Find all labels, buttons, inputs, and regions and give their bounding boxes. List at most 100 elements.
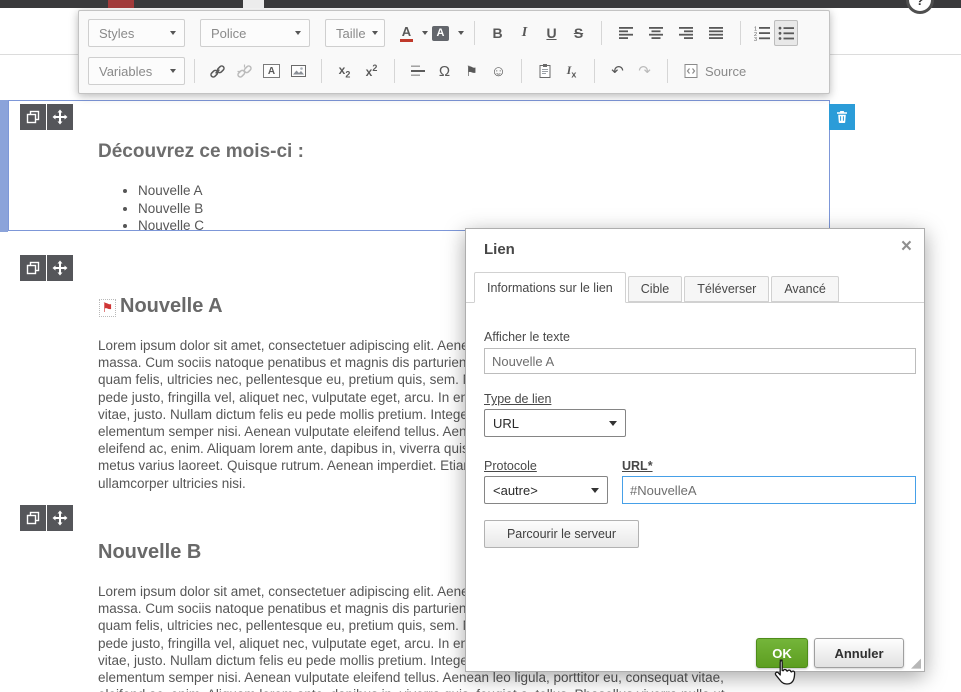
anchor-flag-button[interactable]: ⚑	[458, 58, 485, 84]
align-left-icon	[618, 26, 634, 40]
selected-block-edge	[0, 100, 8, 232]
styles-combo[interactable]: Styles	[88, 19, 185, 47]
horizontal-rule-icon	[410, 64, 426, 78]
protocol-value: <autre>	[493, 483, 538, 498]
link-button[interactable]	[204, 58, 231, 84]
chevron-down-icon	[609, 421, 617, 426]
list-item: Nouvelle B	[138, 200, 204, 218]
toolbar-separator	[474, 21, 475, 45]
image-icon	[290, 64, 307, 78]
link-type-label: Type de lien	[484, 392, 551, 406]
dialog-tabs: Informations sur le lien Cible Téléverse…	[466, 271, 924, 303]
copy-icon	[25, 260, 41, 276]
font-combo[interactable]: Police	[200, 19, 310, 47]
toolbar-separator	[321, 59, 322, 83]
tab-link-info[interactable]: Informations sur le lien	[474, 272, 626, 303]
underline-icon: U	[546, 25, 556, 41]
strikethrough-button[interactable]: S	[565, 20, 592, 46]
unlink-button[interactable]	[231, 58, 258, 84]
align-center-button[interactable]	[641, 20, 671, 46]
duplicate-block-button[interactable]	[20, 104, 46, 130]
copy-icon	[25, 109, 41, 125]
duplicate-block-button[interactable]	[20, 255, 46, 281]
browse-server-button[interactable]: Parcourir le serveur	[484, 520, 639, 548]
italic-button[interactable]: I	[511, 20, 538, 46]
italic-icon: I	[522, 25, 527, 41]
link-type-select[interactable]: URL	[484, 409, 626, 437]
horizontal-rule-button[interactable]	[404, 58, 431, 84]
move-block-handle[interactable]	[47, 104, 73, 130]
toolbar-separator	[194, 59, 195, 83]
source-code-icon	[683, 63, 699, 79]
bulleted-list-icon	[778, 26, 794, 41]
emoji-button[interactable]: ☺	[485, 58, 512, 84]
flag-icon: ⚑	[465, 63, 478, 80]
superscript-button[interactable]: x2	[358, 58, 385, 84]
close-icon: ×	[901, 236, 912, 257]
remove-format-icon: Ix	[567, 63, 577, 79]
tab-target[interactable]: Cible	[628, 276, 683, 302]
text-color-button[interactable]: A	[397, 20, 431, 46]
undo-icon: ↶	[611, 62, 624, 80]
dialog-close-button[interactable]: ×	[901, 236, 912, 258]
bold-button[interactable]: B	[484, 20, 511, 46]
toolbar-separator	[594, 59, 595, 83]
text-color-icon: A	[400, 25, 413, 42]
url-input[interactable]: #NouvelleA	[622, 476, 916, 504]
source-button[interactable]: Source	[677, 58, 752, 84]
editor-toolbar: Styles Police Taille A A B I U S	[78, 10, 830, 94]
undo-button[interactable]: ↶	[604, 58, 631, 84]
redo-button[interactable]: ↷	[631, 58, 658, 84]
move-icon	[52, 109, 68, 125]
toolbar-separator	[521, 59, 522, 83]
hand-pointer-icon	[770, 658, 796, 688]
background-color-icon: A	[432, 26, 449, 41]
tab-upload[interactable]: Téléverser	[684, 276, 769, 302]
display-text-input[interactable]: Nouvelle A	[484, 348, 916, 374]
variables-combo-label: Variables	[99, 64, 152, 79]
intro-list: Nouvelle A Nouvelle B Nouvelle C	[122, 182, 204, 235]
toolbar-separator	[394, 59, 395, 83]
tab-advanced[interactable]: Avancé	[771, 276, 838, 302]
move-block-handle[interactable]	[47, 505, 73, 531]
image-button[interactable]	[285, 58, 312, 84]
clipboard-icon	[537, 63, 553, 79]
underline-button[interactable]: U	[538, 20, 565, 46]
variables-combo[interactable]: Variables	[88, 57, 185, 85]
paste-button[interactable]	[531, 58, 558, 84]
remove-format-button[interactable]: Ix	[558, 58, 585, 84]
align-left-button[interactable]	[611, 20, 641, 46]
duplicate-block-button[interactable]	[20, 505, 46, 531]
delete-block-button[interactable]	[829, 104, 855, 130]
topbar-red-fragment	[108, 0, 134, 8]
subscript-button[interactable]: x2	[331, 58, 358, 84]
section-a-title: Nouvelle A	[120, 295, 223, 318]
dialog-resize-handle[interactable]: ◢	[911, 655, 921, 671]
move-icon	[52, 260, 68, 276]
superscript-icon: x2	[366, 63, 378, 79]
numbered-list-button[interactable]: 123	[750, 20, 774, 46]
align-right-button[interactable]	[671, 20, 701, 46]
bulleted-list-button[interactable]	[774, 20, 798, 46]
anchor-placeholder-button[interactable]: A	[258, 58, 285, 84]
size-combo[interactable]: Taille	[325, 19, 385, 47]
help-button[interactable]: ?	[906, 0, 934, 14]
numbered-list-icon: 123	[754, 26, 770, 41]
font-combo-label: Police	[211, 26, 246, 41]
list-item: Nouvelle A	[138, 182, 204, 200]
chevron-down-icon	[170, 31, 176, 35]
source-button-label: Source	[705, 64, 746, 79]
special-character-button[interactable]: Ω	[431, 58, 458, 84]
protocol-label: Protocole	[484, 459, 537, 473]
protocol-select[interactable]: <autre>	[484, 476, 608, 504]
cancel-button[interactable]: Annuler	[814, 638, 904, 668]
browse-server-label: Parcourir le serveur	[507, 527, 616, 541]
intro-heading: Découvrez ce mois-ci :	[98, 141, 304, 163]
chevron-down-icon	[458, 31, 464, 35]
align-justify-button[interactable]	[701, 20, 731, 46]
align-justify-icon	[708, 26, 724, 40]
background-color-button[interactable]: A	[431, 20, 465, 46]
strikethrough-icon: S	[574, 25, 583, 41]
move-block-handle[interactable]	[47, 255, 73, 281]
display-text-label: Afficher le texte	[484, 330, 570, 344]
